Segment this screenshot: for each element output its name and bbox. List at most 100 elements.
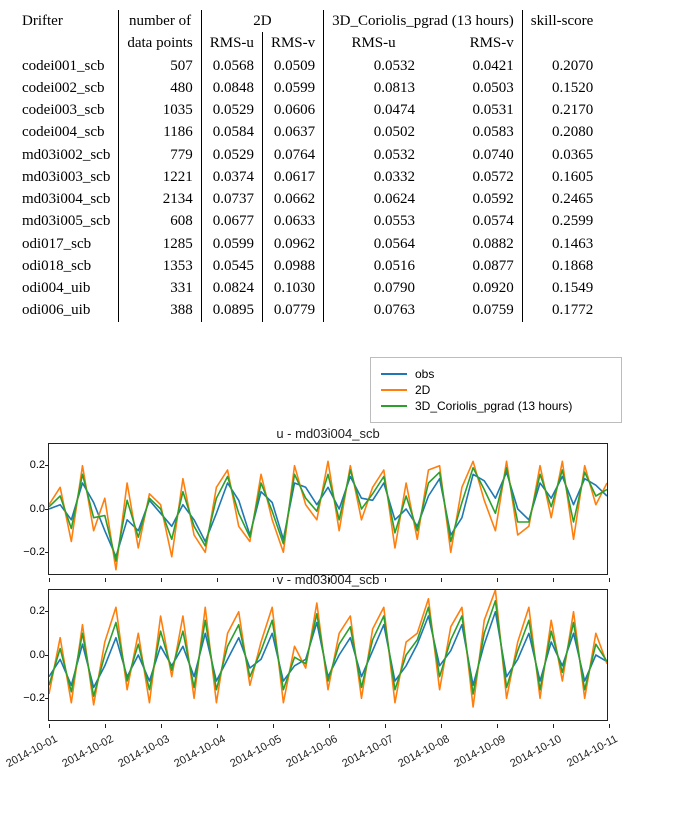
cell-2d-v: 0.0962 [262,233,323,255]
table-row: codei003_scb10350.05290.06060.04740.0531… [14,99,601,121]
cell-2d-v: 0.0606 [262,99,323,121]
col-3d-rmsu: RMS-u [324,32,423,54]
cell-2d-v: 0.0662 [262,188,323,210]
chart-panel: u - md03i004_scb−0.20.00.2 [48,443,608,575]
table-row: odi017_scb12850.05990.09620.05640.08820.… [14,233,601,255]
cell-skill: 0.1772 [522,299,601,321]
legend-item: obs [381,367,611,381]
cell-2d-u: 0.0374 [201,166,262,188]
cell-skill: 0.2465 [522,188,601,210]
cell-2d-u: 0.0737 [201,188,262,210]
table-row: odi018_scb13530.05450.09880.05160.08770.… [14,255,601,277]
cell-2d-u: 0.0529 [201,99,262,121]
cell-2d-v: 0.0988 [262,255,323,277]
x-axis-labels: 2014-10-012014-10-022014-10-032014-10-04… [48,727,608,767]
y-tick-label: 0.0 [30,649,45,661]
cell-skill: 0.0365 [522,144,601,166]
cell-drifter: odi006_uib [14,299,119,321]
col-2d-rmsu: RMS-u [201,32,262,54]
cell-2d-v: 0.0637 [262,121,323,143]
legend-label: 3D_Coriolis_pgrad (13 hours) [415,399,572,413]
cell-skill: 0.1605 [522,166,601,188]
table-row: md03i004_scb21340.07370.06620.06240.0592… [14,188,601,210]
cell-3d-u: 0.0763 [324,299,423,321]
chart-title: v - md03i004_scb [49,572,607,587]
y-tick-label: 0.2 [30,459,45,471]
cell-3d-v: 0.0503 [423,77,522,99]
cell-drifter: odi004_uib [14,277,119,299]
y-tick-label: 0.2 [30,605,45,617]
series-line [49,600,607,695]
cell-npts: 507 [119,55,201,77]
y-tick-label: −0.2 [23,692,45,704]
legend-label: obs [415,367,434,381]
cell-npts: 331 [119,277,201,299]
series-line [49,590,607,707]
cell-3d-v: 0.0920 [423,277,522,299]
cell-3d-u: 0.0516 [324,255,423,277]
cell-3d-v: 0.0882 [423,233,522,255]
legend-swatch [381,373,407,375]
y-axis-ticks: −0.20.00.2 [11,444,45,574]
col-2d: 2D [201,10,323,32]
cell-skill: 0.1463 [522,233,601,255]
chart-svg [49,590,607,720]
cell-npts: 480 [119,77,201,99]
table-row: odi006_uib3880.08950.07790.07630.07590.1… [14,299,601,321]
cell-npts: 2134 [119,188,201,210]
legend-item: 3D_Coriolis_pgrad (13 hours) [381,399,611,413]
cell-2d-v: 0.0617 [262,166,323,188]
cell-npts: 1353 [119,255,201,277]
legend-box: obs 2D 3D_Coriolis_pgrad (13 hours) [370,357,622,423]
cell-2d-u: 0.0529 [201,144,262,166]
cell-3d-v: 0.0877 [423,255,522,277]
cell-skill: 0.2599 [522,210,601,232]
cell-3d-v: 0.0421 [423,55,522,77]
chart-panel: v - md03i004_scb−0.20.00.2 [48,589,608,721]
cell-npts: 779 [119,144,201,166]
y-tick-label: −0.2 [23,546,45,558]
cell-2d-u: 0.0599 [201,233,262,255]
table-row: codei001_scb5070.05680.05090.05320.04210… [14,55,601,77]
cell-skill: 0.1520 [522,77,601,99]
cell-3d-v: 0.0583 [423,121,522,143]
y-axis-ticks: −0.2 0.0 0.2 [11,590,45,720]
cell-3d-u: 0.0532 [324,144,423,166]
cell-3d-v: 0.0574 [423,210,522,232]
cell-3d-u: 0.0532 [324,55,423,77]
chart-svg [49,444,607,574]
cell-3d-u: 0.0553 [324,210,423,232]
table-row: codei004_scb11860.05840.06370.05020.0583… [14,121,601,143]
legend-label: 2D [415,383,430,397]
cell-2d-v: 0.0599 [262,77,323,99]
cell-skill: 0.2170 [522,99,601,121]
cell-npts: 1285 [119,233,201,255]
cell-drifter: codei004_scb [14,121,119,143]
cell-3d-v: 0.0572 [423,166,522,188]
cell-3d-v: 0.0759 [423,299,522,321]
cell-2d-u: 0.0568 [201,55,262,77]
cell-2d-v: 0.0633 [262,210,323,232]
cell-2d-v: 0.1030 [262,277,323,299]
cell-npts: 388 [119,299,201,321]
table-row: codei002_scb4800.08480.05990.08130.05030… [14,77,601,99]
cell-3d-u: 0.0790 [324,277,423,299]
cell-drifter: odi017_scb [14,233,119,255]
col-3d-rmsv: RMS-v [423,32,522,54]
table-row: odi004_uib3310.08240.10300.07900.09200.1… [14,277,601,299]
cell-drifter: md03i005_scb [14,210,119,232]
x-axis-ticks [49,720,607,724]
table-row: md03i002_scb7790.05290.07640.05320.07400… [14,144,601,166]
cell-drifter: codei001_scb [14,55,119,77]
cell-skill: 0.2080 [522,121,601,143]
cell-npts: 1221 [119,166,201,188]
cell-3d-u: 0.0813 [324,77,423,99]
table-row: md03i005_scb6080.06770.06330.05530.05740… [14,210,601,232]
cell-npts: 1186 [119,121,201,143]
cell-2d-v: 0.0779 [262,299,323,321]
col-npts-bot: data points [119,32,201,54]
cell-skill: 0.2070 [522,55,601,77]
col-3d: 3D_Coriolis_pgrad (13 hours) [324,10,523,32]
cell-2d-u: 0.0895 [201,299,262,321]
chart-title: u - md03i004_scb [49,426,607,441]
